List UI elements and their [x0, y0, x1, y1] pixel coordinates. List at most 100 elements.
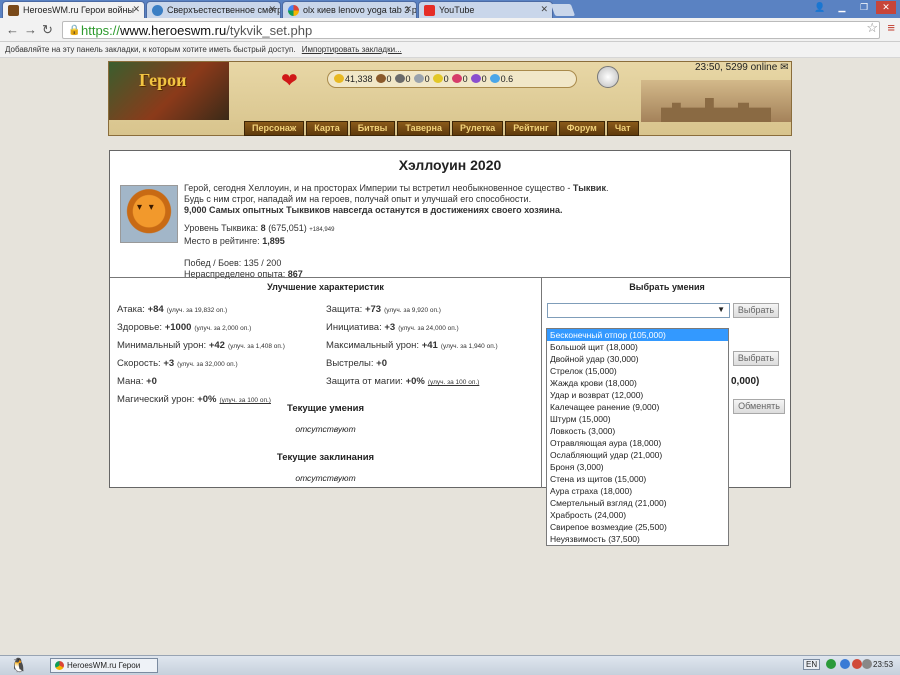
stat-label: Мана: — [117, 376, 147, 387]
game-nav: Персонаж Карта Битвы Таверна Рулетка Рейтинг Ф… — [244, 121, 641, 136]
stat-improve-link[interactable]: (улуч. за 9,920 оп.) — [384, 307, 441, 314]
stat-value: +0% — [405, 376, 425, 387]
bookmarks-prompt: Добавляйте на эту панель закладки, к кот… — [5, 45, 296, 54]
choose-skills-title: Выбрать умения — [629, 282, 705, 292]
nav-item[interactable]: Рулетка — [451, 121, 504, 136]
skill-option[interactable]: Броня (3,000) — [547, 461, 728, 473]
resource-wood: 0 — [375, 74, 392, 84]
skill-option[interactable]: Аура страха (18,000) — [547, 485, 728, 497]
globe-favicon-icon — [152, 5, 163, 16]
nav-item[interactable]: Карта — [306, 121, 348, 136]
level-value: 8 — [260, 223, 266, 233]
tray-skype-icon[interactable] — [840, 659, 850, 669]
current-spells-title: Текущие заклинания — [276, 452, 375, 463]
stat-value: +0 — [376, 358, 388, 369]
resource-value: 0 — [443, 74, 449, 84]
nav-item[interactable]: Битвы — [349, 121, 396, 136]
stat-label: Максимальный урон: — [326, 340, 422, 351]
stat-row: Атака: +84 (улуч. за 19,832 оп.) — [117, 304, 227, 315]
close-tab-icon[interactable]: ✕ — [404, 4, 412, 15]
skill-option[interactable]: Стена из щитов (15,000) — [547, 473, 728, 485]
skill-option[interactable]: Свирепое возмездие (25,500) — [547, 521, 728, 533]
nav-item[interactable]: Таверна — [397, 121, 450, 136]
tray-volume-icon[interactable] — [862, 659, 872, 669]
close-tab-icon[interactable]: ✕ — [132, 4, 140, 15]
stat-label: Выстрелы: — [326, 358, 377, 369]
stat-improve-link[interactable]: (улуч. за 32,000 оп.) — [177, 361, 238, 368]
skill-option[interactable]: Стрелок (15,000) — [547, 365, 728, 377]
current-skills-value: отсутствуют — [295, 424, 356, 434]
rank-label: Место в рейтинге: — [184, 236, 260, 246]
nav-item[interactable]: Форум — [558, 121, 605, 136]
nav-item[interactable]: Рейтинг — [505, 121, 557, 136]
forward-icon[interactable]: → — [24, 22, 37, 38]
stat-improve-link[interactable]: (улуч. за 1,408 оп.) — [228, 343, 285, 350]
skill-select[interactable]: ▼ — [547, 303, 730, 318]
stat-label: Защита от магии: — [326, 376, 406, 387]
tab-supernatural[interactable]: Сверхъестественное смотр ✕ — [146, 1, 281, 18]
bookmark-star-icon[interactable]: ☆ — [866, 20, 878, 36]
skill-option[interactable]: Смертельный взгляд (21,000) — [547, 497, 728, 509]
back-icon[interactable]: ← — [6, 22, 19, 38]
swap-button[interactable]: Обменять — [733, 399, 785, 414]
skill-option[interactable]: Бесконечный отпор (105,000) — [547, 329, 728, 341]
skill-option[interactable]: Неуязвимость (37,500) — [547, 533, 728, 545]
chrome-menu-icon[interactable]: ≡ — [887, 20, 895, 35]
skill-dropdown-list: Бесконечный отпор (105,000) Большой щит (… — [546, 328, 729, 546]
skill-option[interactable]: Двойной удар (30,000) — [547, 353, 728, 365]
nav-item[interactable]: Персонаж — [244, 121, 305, 136]
close-window-icon[interactable]: ✕ — [876, 1, 896, 14]
tab-heroeswm[interactable]: HeroesWM.ru Герои войны ✕ — [2, 1, 145, 18]
skill-option[interactable]: Штурм (15,000) — [547, 413, 728, 425]
minimize-icon[interactable]: ▁ — [832, 1, 852, 14]
skill-option[interactable]: Жажда крови (18,000) — [547, 377, 728, 389]
choose-skill-button[interactable]: Выбрать — [733, 303, 779, 318]
url-input[interactable]: 🔒 https://www.heroeswm.ru/tykvik_set.php — [62, 21, 880, 39]
tray-utorrent-icon[interactable] — [826, 659, 836, 669]
reload-icon[interactable]: ↻ — [42, 22, 53, 38]
time-online-text: 23:50, 5299 online — [695, 62, 778, 73]
stat-improve-link[interactable]: (улуч. за 1,940 оп.) — [441, 343, 498, 350]
tray-app-icon[interactable] — [852, 659, 862, 669]
time-online: 23:50, 5299 online ✉ — [695, 62, 788, 73]
skill-option[interactable]: Удар и возврат (12,000) — [547, 389, 728, 401]
tab-olx[interactable]: olx киев lenovo yoga tab 3 p ✕ — [282, 1, 417, 18]
tux-start-icon[interactable]: 🐧 — [10, 657, 27, 674]
skill-option[interactable]: Отравляющая аура (18,000) — [547, 437, 728, 449]
keyboard-language[interactable]: EN — [803, 659, 821, 670]
close-tab-icon[interactable]: ✕ — [540, 4, 548, 15]
resource-diamond: 0.6 — [489, 74, 513, 84]
choose-skill-button-2[interactable]: Выбрать — [733, 351, 779, 366]
heroeswm-favicon-icon — [8, 5, 19, 16]
stat-improve-link[interactable]: (улуч. за 24,000 оп.) — [398, 325, 459, 332]
skill-option[interactable]: Калечащее ранение (9,000) — [547, 401, 728, 413]
skill-option[interactable]: Храбрость (24,000) — [547, 509, 728, 521]
user-icon[interactable]: 👤 — [810, 1, 830, 14]
skill-option[interactable]: Ослабляющий удар (21,000) — [547, 449, 728, 461]
new-tab-button[interactable] — [550, 4, 576, 16]
skill-option[interactable]: Большой щит (18,000) — [547, 341, 728, 353]
tab-title: HeroesWM.ru Герои войны — [23, 5, 134, 15]
restore-icon[interactable]: ❐ — [854, 1, 874, 14]
game-logo[interactable]: Герои — [109, 62, 229, 120]
close-tab-icon[interactable]: ✕ — [268, 4, 276, 15]
nav-item[interactable]: Чат — [606, 121, 639, 136]
page-title: Хэллоуин 2020 — [398, 157, 502, 173]
import-bookmarks-link[interactable]: Импортировать закладки... — [302, 45, 402, 54]
current-spells-value: отсутствуют — [295, 473, 356, 483]
taskbar-item-chrome[interactable]: HeroesWM.ru Герои — [50, 658, 158, 673]
rank-value: 1,895 — [262, 236, 285, 246]
stat-improve-link[interactable]: (улуч. за 2,000 оп.) — [194, 325, 251, 332]
stat-improve-link[interactable]: (улуч. за 19,832 оп.) — [167, 307, 228, 314]
intro-line-3: 9,000 Самых опытных Тыквиков навсегда ос… — [184, 205, 563, 215]
skill-option[interactable]: Ловкость (3,000) — [547, 425, 728, 437]
resource-value: 0 — [405, 74, 411, 84]
stat-row: Минимальный урон: +42 (улуч. за 1,408 оп.… — [117, 340, 285, 351]
intro-text: Герой, сегодня Хеллоуин, и на просторах … — [184, 183, 609, 215]
stat-improve-link[interactable]: (улуч. за 100 оп.) — [428, 379, 479, 386]
tab-youtube[interactable]: YouTube ✕ — [418, 1, 553, 18]
stat-value: +3 — [384, 322, 396, 333]
mail-icon[interactable]: ✉ — [780, 62, 788, 73]
mercury-icon — [413, 74, 424, 83]
bookmarks-bar: Добавляйте на эту панель закладки, к кот… — [0, 42, 900, 58]
